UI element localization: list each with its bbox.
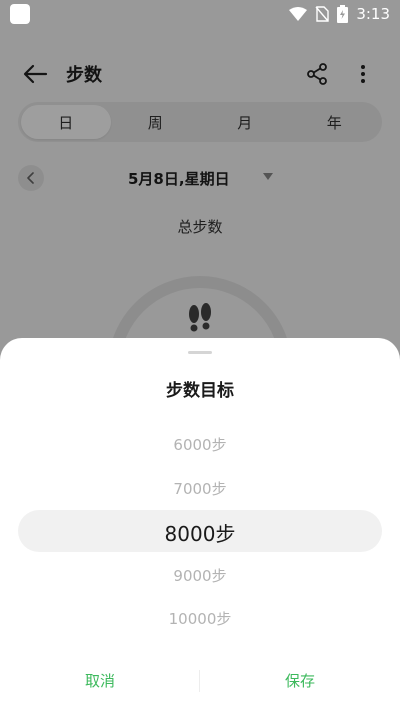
sheet-handle[interactable]: [188, 351, 212, 354]
sheet-title: 步数目标: [166, 381, 234, 401]
no-sim-icon: [315, 6, 330, 22]
status-time: 3:13: [356, 5, 390, 23]
cancel-button[interactable]: 取消: [0, 670, 200, 691]
picker-option[interactable]: 6000步: [0, 434, 400, 455]
status-bar: 3:13: [0, 0, 400, 30]
sheet-actions: 取消 保存: [0, 660, 400, 700]
picker-option[interactable]: 9000步: [0, 565, 400, 586]
step-goal-picker[interactable]: 6000步 7000步 8000步 9000步 10000步: [0, 422, 400, 642]
save-button[interactable]: 保存: [200, 670, 400, 691]
notification-icon: [10, 4, 30, 24]
wifi-icon: [289, 7, 308, 21]
picker-selected-option[interactable]: 8000步: [0, 518, 400, 547]
picker-option[interactable]: 10000步: [0, 608, 400, 629]
picker-option[interactable]: 7000步: [0, 478, 400, 499]
battery-charging-icon: [337, 5, 349, 23]
step-goal-sheet: 步数目标 6000步 7000步 8000步 9000步 10000步 取消 保…: [0, 338, 400, 711]
